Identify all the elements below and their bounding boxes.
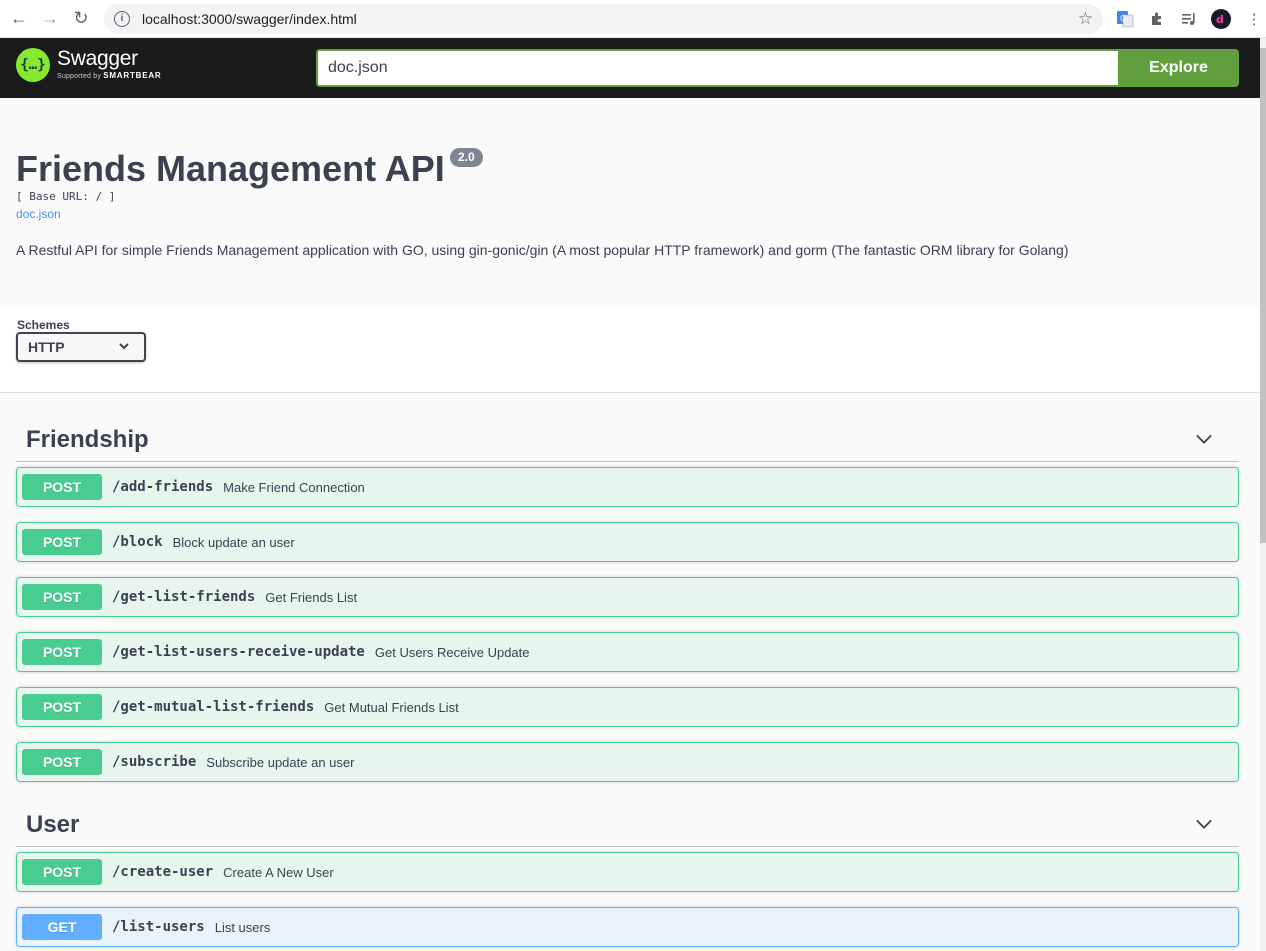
- method-badge: POST: [22, 584, 102, 610]
- operation-get-mutual-list-friends[interactable]: POST /get-mutual-list-friends Get Mutual…: [16, 687, 1239, 727]
- logo-supported-text: Supported by: [57, 73, 102, 80]
- swagger-topbar: {…} Swagger Supported by SMARTBEAR doc.j…: [0, 38, 1260, 98]
- operation-summary: Block update an user: [172, 534, 295, 550]
- logo-title: Swagger: [57, 47, 138, 70]
- tag-user[interactable]: User: [16, 801, 1239, 847]
- profile-avatar-icon[interactable]: d: [1210, 8, 1232, 30]
- method-badge: POST: [22, 474, 102, 500]
- chevron-down-icon: [118, 334, 130, 369]
- browser-menu-icon[interactable]: ⋮: [1243, 8, 1265, 30]
- schemes-label: Schemes: [17, 318, 70, 332]
- explore-button[interactable]: Explore: [1118, 49, 1239, 87]
- extensions-puzzle-icon[interactable]: [1146, 8, 1168, 30]
- method-badge: POST: [22, 694, 102, 720]
- back-arrow-icon[interactable]: ←: [5, 5, 33, 33]
- tag-friendship[interactable]: Friendship: [16, 416, 1239, 462]
- schemes-section: Schemes HTTP: [0, 308, 1260, 393]
- operation-summary: Get Users Receive Update: [374, 644, 530, 660]
- operation-summary: Get Mutual Friends List: [324, 699, 459, 715]
- method-badge: POST: [22, 639, 102, 665]
- operation-get-list-friends[interactable]: POST /get-list-friends Get Friends List: [16, 577, 1239, 617]
- logo-brand-text: SMARTBEAR: [103, 71, 162, 80]
- browser-toolbar: ← → ↻ i localhost:3000/swagger/index.htm…: [0, 0, 1266, 38]
- bookmark-star-icon[interactable]: ☆: [1078, 9, 1093, 29]
- method-badge: POST: [22, 749, 102, 775]
- reload-icon[interactable]: ↻: [67, 5, 95, 33]
- forward-arrow-icon[interactable]: →: [36, 5, 64, 33]
- media-queue-icon[interactable]: [1178, 8, 1200, 30]
- operation-path: /list-users: [112, 919, 205, 935]
- api-description: A Restful API for simple Friends Managem…: [16, 242, 1069, 258]
- svg-text:G: G: [1120, 14, 1126, 23]
- chevron-down-icon[interactable]: [1195, 430, 1213, 448]
- operation-path: /get-list-users-receive-update: [112, 644, 365, 660]
- doc-json-link[interactable]: doc.json: [16, 207, 61, 221]
- schemes-selected-value: HTTP: [28, 339, 65, 355]
- operation-summary: Make Friend Connection: [223, 479, 365, 495]
- schemes-select[interactable]: HTTP: [16, 332, 146, 362]
- operation-block[interactable]: POST /block Block update an user: [16, 522, 1239, 562]
- operation-path: /block: [112, 534, 163, 550]
- scrollbar-thumb[interactable]: [1260, 48, 1266, 543]
- chevron-down-icon[interactable]: [1195, 815, 1213, 833]
- page-scrollbar[interactable]: [1260, 38, 1266, 951]
- logo-subtitle: Supported by SMARTBEAR: [57, 71, 162, 80]
- operation-get-list-users-receive-update[interactable]: POST /get-list-users-receive-update Get …: [16, 632, 1239, 672]
- swagger-logo[interactable]: {…} Swagger Supported by SMARTBEAR: [16, 48, 162, 82]
- tag-title: Friendship: [26, 426, 149, 453]
- operation-path: /get-mutual-list-friends: [112, 699, 315, 715]
- address-bar[interactable]: i localhost:3000/swagger/index.html ☆: [104, 4, 1103, 34]
- operation-summary: Create A New User: [223, 864, 334, 880]
- operation-path: /create-user: [112, 864, 214, 880]
- svg-text:d: d: [1216, 13, 1224, 26]
- api-info: Friends Management API 2.0 [ Base URL: /…: [0, 98, 1260, 308]
- operation-path: /add-friends: [112, 479, 214, 495]
- operation-path: /get-list-friends: [112, 589, 256, 605]
- version-badge: 2.0: [450, 148, 483, 167]
- api-title: Friends Management API: [16, 148, 445, 189]
- tag-title: User: [26, 811, 80, 838]
- operation-summary: Subscribe update an user: [206, 754, 355, 770]
- translate-extension-icon[interactable]: G: [1114, 8, 1136, 30]
- operation-summary: List users: [214, 919, 271, 935]
- operation-subscribe[interactable]: POST /subscribe Subscribe update an user: [16, 742, 1239, 782]
- method-badge: GET: [22, 914, 102, 940]
- operation-list-users[interactable]: GET /list-users List users: [16, 907, 1239, 947]
- address-url[interactable]: localhost:3000/swagger/index.html: [142, 11, 357, 27]
- base-url: [ Base URL: / ]: [16, 190, 116, 203]
- operation-create-user[interactable]: POST /create-user Create A New User: [16, 852, 1239, 892]
- spec-url-input[interactable]: doc.json: [316, 49, 1118, 87]
- site-info-icon[interactable]: i: [114, 11, 130, 27]
- operation-path: /subscribe: [112, 754, 197, 770]
- operation-summary: Get Friends List: [265, 589, 358, 605]
- method-badge: POST: [22, 529, 102, 555]
- swagger-logo-icon: {…}: [16, 48, 50, 82]
- operation-add-friends[interactable]: POST /add-friends Make Friend Connection: [16, 467, 1239, 507]
- method-badge: POST: [22, 859, 102, 885]
